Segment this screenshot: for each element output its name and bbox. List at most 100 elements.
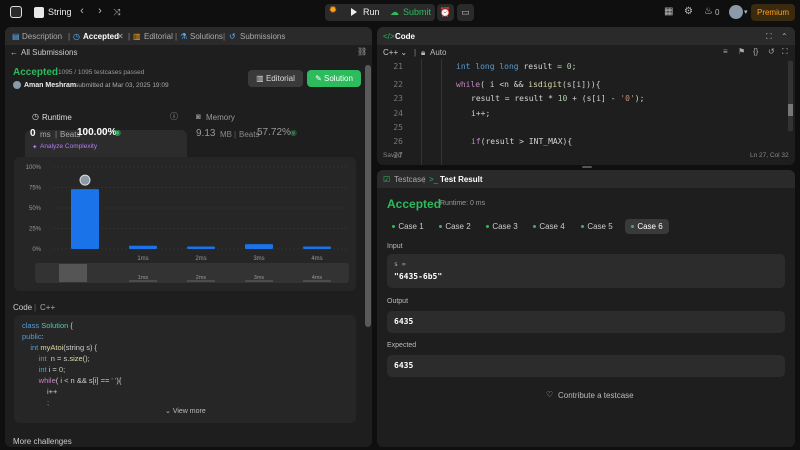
- problem-list-icon[interactable]: [34, 7, 44, 18]
- tab-solutions[interactable]: Solutions: [190, 32, 223, 41]
- notes-button[interactable]: ▭: [457, 4, 474, 21]
- tab-divider: |: [223, 32, 226, 41]
- avatar-chevron-down-icon[interactable]: ▾: [744, 8, 748, 16]
- line-number: 23: [393, 94, 403, 103]
- analyze-complexity-link[interactable]: Analyze Complexity: [40, 143, 97, 150]
- author-avatar[interactable]: [13, 81, 21, 89]
- stat-divider: |: [55, 130, 58, 139]
- settings-gear-icon[interactable]: ⚙: [684, 6, 693, 17]
- checkbox-icon: ☑: [383, 175, 391, 184]
- cursor-position: Ln 27, Col 32: [750, 152, 789, 159]
- chart-bar[interactable]: [71, 189, 99, 249]
- heart-icon: ♡: [546, 390, 554, 399]
- chart-bar[interactable]: [303, 246, 331, 249]
- test-tab-bar: ☑ Testcase | >_ Test Result: [377, 170, 795, 188]
- tab-divider: |: [423, 175, 426, 184]
- format-icon[interactable]: ≡: [723, 47, 728, 56]
- case-tab-2[interactable]: Case 2: [434, 219, 476, 234]
- code-label: Code: [13, 303, 33, 312]
- x-tick-label: 3ms: [253, 256, 264, 262]
- runtime-unit: ms: [40, 130, 51, 139]
- expected-value: 6435: [394, 361, 414, 370]
- leetcode-logo-icon[interactable]: [10, 6, 22, 18]
- cloud-upload-icon: ☁: [390, 7, 399, 17]
- shuffle-icon[interactable]: ⤨: [111, 7, 123, 18]
- runtime-beats-value: 100.00%: [77, 127, 117, 138]
- info-icon[interactable]: ⓘ: [170, 111, 178, 122]
- streak-fire-icon[interactable]: ♨: [704, 6, 713, 17]
- code-editor[interactable]: 21 22 23 24 25 26 27 int long long resul…: [377, 59, 795, 165]
- maximize-icon[interactable]: ⛶: [766, 32, 772, 42]
- run-button[interactable]: Run: [363, 7, 380, 17]
- view-more-button[interactable]: ⌄ View more: [165, 407, 206, 415]
- runtime-label: Runtime: [42, 113, 72, 122]
- input-value: "6435-6b5": [394, 272, 443, 281]
- case-tab-4[interactable]: Case 4: [528, 219, 570, 234]
- all-submissions-link[interactable]: All Submissions: [21, 48, 77, 57]
- auto-mode-label[interactable]: Auto: [430, 48, 446, 57]
- user-avatar-marker: [79, 174, 91, 186]
- chart-bar[interactable]: [245, 244, 273, 249]
- tab-testcase[interactable]: Testcase: [394, 175, 426, 184]
- chevron-up-icon[interactable]: ⌃: [781, 32, 788, 41]
- fullscreen-icon[interactable]: ⛶: [782, 47, 788, 57]
- tab-test-result[interactable]: Test Result: [440, 175, 483, 184]
- top-bar: String ‹ › ⤨ ✹ Run ☁ Submit ⏰ ▭ ▦ ⚙ ♨ 0 …: [0, 0, 800, 25]
- navigator-handle[interactable]: [59, 264, 87, 282]
- editor-scrollbar-thumb[interactable]: [788, 104, 793, 116]
- navigator-label: 3ms: [254, 275, 265, 281]
- braces-icon[interactable]: {}: [753, 47, 758, 56]
- submitted-code-block[interactable]: class Solution { public: int myAtoi(stri…: [14, 315, 356, 423]
- case-tab-3[interactable]: Case 3: [481, 219, 523, 234]
- chart-bar[interactable]: [187, 246, 215, 249]
- editorial-book-icon: ▥: [133, 32, 141, 41]
- submitted-time: submitted at Mar 03, 2025 19:09: [75, 82, 169, 89]
- result-status: Accepted: [387, 197, 442, 211]
- sparkle-icon: ✦: [32, 144, 38, 151]
- tab-divider: |: [68, 32, 71, 41]
- panel-resize-handle[interactable]: [582, 166, 592, 168]
- chart-bar[interactable]: [129, 245, 157, 249]
- bookmark-icon[interactable]: ⚑: [738, 47, 745, 56]
- debug-icon[interactable]: ✹: [326, 5, 340, 20]
- editorial-button[interactable]: ▥ Editorial: [248, 70, 303, 87]
- prev-problem-icon[interactable]: ‹: [76, 5, 88, 17]
- result-runtime: Runtime: 0 ms: [440, 200, 486, 207]
- tab-submissions[interactable]: Submissions: [240, 32, 285, 41]
- timer-button[interactable]: ⏰: [437, 4, 454, 21]
- tab-accepted[interactable]: Accepted: [83, 32, 119, 41]
- language-select[interactable]: C++ ⌄: [383, 48, 407, 57]
- case-tab-6[interactable]: Case 6: [625, 219, 669, 234]
- submit-button[interactable]: Submit: [403, 7, 431, 17]
- solution-button[interactable]: ✎ Solution: [307, 70, 361, 87]
- runtime-distribution-chart[interactable]: 100% 75% 50% 25% 0% 1ms 2ms 3ms 4ms 1ms 2ms 3ms 4ms: [5, 157, 372, 322]
- back-arrow-icon[interactable]: ←: [10, 48, 18, 57]
- editor-scrollbar[interactable]: [788, 61, 793, 131]
- case-tab-1[interactable]: Case 1: [387, 219, 429, 234]
- expected-label: Expected: [387, 342, 417, 349]
- memory-unit: MB: [220, 130, 232, 139]
- layout-grid-icon[interactable]: ▦: [664, 6, 673, 17]
- output-label: Output: [387, 298, 409, 305]
- premium-button[interactable]: Premium: [751, 4, 795, 21]
- submission-status: Accepted: [13, 67, 59, 78]
- memory-beats-value: 57.72%: [257, 127, 291, 138]
- tab-description[interactable]: Description: [22, 32, 62, 41]
- next-problem-icon[interactable]: ›: [94, 5, 106, 17]
- problem-list-title[interactable]: String: [48, 7, 72, 17]
- indent-guide: [421, 59, 422, 165]
- x-tick-label: 4ms: [311, 256, 322, 262]
- left-scrollbar[interactable]: [365, 65, 371, 327]
- tab-code[interactable]: Code: [395, 32, 415, 41]
- share-link-icon[interactable]: ⛓: [357, 47, 367, 56]
- contribute-testcase-link[interactable]: Contribute a testcase: [558, 391, 634, 400]
- tab-close-icon[interactable]: ✕: [117, 32, 124, 41]
- edit-pen-icon: ✎: [315, 74, 324, 83]
- chevron-down-icon: ⌄: [400, 48, 408, 57]
- tab-editorial[interactable]: Editorial: [144, 32, 173, 41]
- case-tab-5[interactable]: Case 5: [576, 219, 618, 234]
- author-name[interactable]: Aman Meshram: [24, 82, 76, 89]
- input-field[interactable]: s = "6435-6b5": [387, 254, 785, 288]
- reset-icon[interactable]: ↺: [768, 47, 775, 56]
- user-avatar[interactable]: [729, 5, 743, 19]
